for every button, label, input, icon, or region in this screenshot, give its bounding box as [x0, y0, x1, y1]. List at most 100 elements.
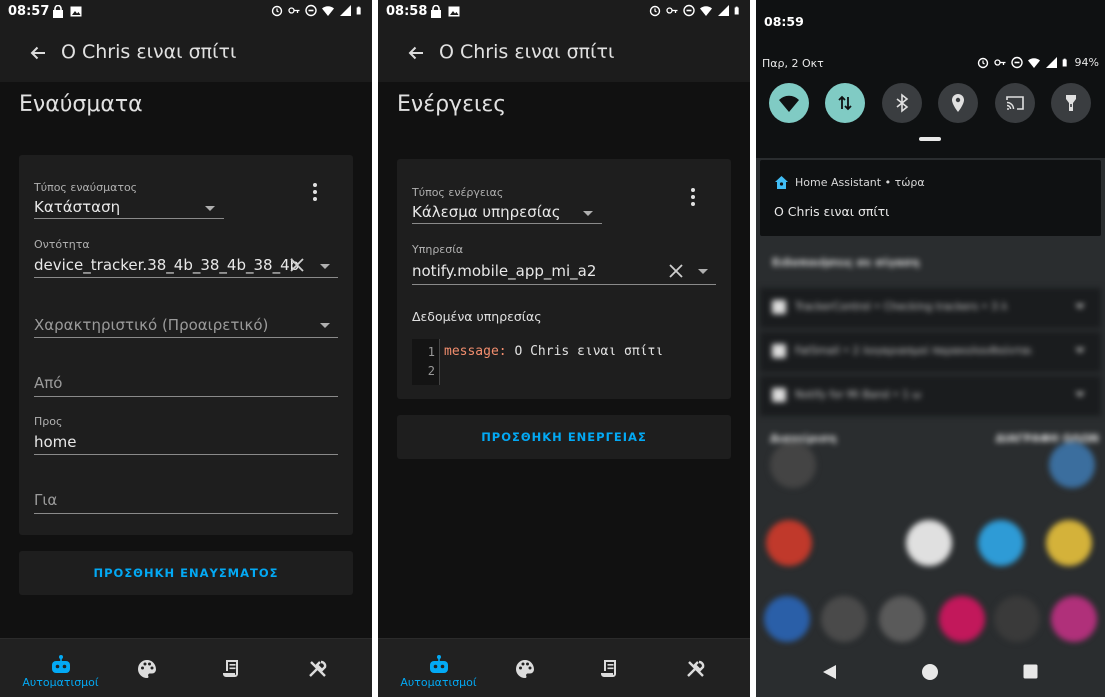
entity-value: device_tracker.38_4b_38_4b_38_4b [34, 256, 300, 274]
back-arrow-icon[interactable] [28, 43, 48, 63]
dnd-icon [1010, 56, 1023, 69]
key-icon [993, 59, 1006, 66]
nav-tools[interactable] [271, 639, 364, 697]
chevron-down-icon[interactable] [698, 269, 708, 274]
from-placeholder: Από [34, 374, 63, 392]
silent-header: Ειδοποιήσεις σε σίγαση [772, 256, 920, 269]
bottom-nav: Αυτοματισμοί [0, 638, 372, 697]
tools-icon [308, 660, 326, 677]
clear-all-link[interactable]: ΔΙΑΓΡΑΦΗ ΟΛΩΝ [995, 432, 1099, 445]
silent-row-text: TrackerControl • Checking trackers • 3 λ [795, 301, 1008, 313]
robot-icon [51, 655, 70, 673]
silent-notification[interactable]: FatSmall • 2 λογαριασμοί παρακολουθούντα… [760, 332, 1101, 372]
entity-field[interactable]: Οντότητα device_tracker.38_4b_38_4b_38_4… [34, 238, 338, 278]
app-toolbar: Ο Chris ειναι σπίτι [378, 24, 750, 82]
for-field[interactable]: Για [34, 490, 338, 515]
notification-app: Home Assistant • τώρα [795, 176, 925, 189]
lock-icon [53, 5, 63, 18]
app-icon [1049, 442, 1095, 488]
chevron-down-icon [205, 206, 215, 211]
nav-theme[interactable] [478, 639, 571, 697]
app-icon [821, 596, 867, 642]
yaml-editor[interactable]: 1 2 message: Ο Chris ειναι σπίτι [412, 339, 712, 385]
status-bar: 08:58 [378, 0, 750, 24]
app-toolbar: Ο Chris ειναι σπίτι [0, 24, 372, 82]
clear-icon[interactable] [668, 263, 684, 279]
action-type-label: Τύπος ενέργειας [412, 186, 504, 199]
add-action-button[interactable]: ΠΡΟΣΘΗΚΗ ΕΝΕΡΓΕΙΑΣ [397, 415, 731, 459]
cast-icon [1006, 96, 1024, 110]
wifi-icon [1027, 58, 1040, 68]
cast-tile[interactable] [995, 83, 1035, 123]
silent-notification[interactable]: TrackerControl • Checking trackers • 3 λ [760, 288, 1101, 328]
phone-action-screen: 08:58 Ο Chris ειναι σπίτι Ενέργειες Τύπο… [378, 0, 750, 697]
status-time: 08:57 [8, 4, 50, 19]
silent-notification[interactable]: Notify for Mi Band • 1 ω [760, 376, 1101, 416]
signal-icon [718, 5, 729, 16]
palette-icon [137, 660, 156, 678]
notification-body: Ο Chris ειναι σπίτι [774, 204, 890, 219]
more-vert-icon[interactable] [690, 188, 696, 208]
recents-icon[interactable] [1023, 664, 1038, 679]
back-icon[interactable] [822, 664, 838, 680]
attribute-placeholder: Χαρακτηριστικό (Προαιρετικό) [34, 316, 269, 334]
service-label: Υπηρεσία [412, 243, 464, 256]
key-icon [288, 7, 300, 14]
bluetooth-tile[interactable] [882, 83, 922, 123]
line-gutter: 1 2 [412, 339, 440, 385]
app-icon [906, 520, 952, 566]
battery-percent: 94% [1074, 56, 1099, 69]
app-icon [764, 596, 810, 642]
attribute-field[interactable]: Χαρακτηριστικό (Προαιρετικό) [34, 313, 338, 339]
nav-automations[interactable]: Αυτοματισμοί [14, 639, 107, 697]
line-number: 1 [427, 345, 435, 359]
status-bar: 08:57 [0, 0, 372, 24]
status-bar: 08:59 [756, 0, 1105, 44]
wifi-tile[interactable] [769, 83, 809, 123]
chevron-down-icon [583, 211, 593, 216]
yaml-key: message: [444, 344, 507, 359]
nav-theme[interactable] [100, 639, 193, 697]
to-field[interactable]: Προς home [34, 415, 338, 455]
location-tile[interactable] [938, 83, 978, 123]
app-icon [770, 442, 816, 488]
for-placeholder: Για [34, 491, 58, 509]
app-icon [994, 596, 1040, 642]
mobile-data-tile[interactable] [825, 83, 865, 123]
home-icon[interactable] [921, 663, 939, 681]
nav-logbook[interactable] [563, 639, 656, 697]
service-field[interactable]: Υπηρεσία notify.mobile_app_mi_a2 [412, 243, 716, 285]
trigger-type-select[interactable]: Τύπος εναύσματος Κατάσταση [34, 181, 224, 219]
action-type-select[interactable]: Τύπος ενέργειας Κάλεσμα υπηρεσίας [412, 186, 602, 224]
nav-logbook[interactable] [185, 639, 278, 697]
nav-automations[interactable]: Αυτοματισμοί [392, 639, 485, 697]
silent-row-text: Notify for Mi Band • 1 ω [795, 389, 922, 401]
blurred-background: Ειδοποιήσεις σε σίγαση TrackerControl • … [756, 236, 1105, 697]
app-icon [1046, 520, 1092, 566]
signal-icon [340, 5, 351, 16]
system-nav-bar [756, 647, 1105, 697]
add-trigger-button[interactable]: ΠΡΟΣΘΗΚΗ ΕΝΑΥΣΜΑΤΟΣ [19, 551, 353, 595]
wifi-icon [779, 95, 799, 112]
nav-tools[interactable] [649, 639, 742, 697]
dnd-icon [305, 4, 317, 17]
flashlight-tile[interactable] [1051, 83, 1091, 123]
manage-link[interactable]: Διαχείριση [770, 432, 836, 445]
back-arrow-icon[interactable] [406, 43, 426, 63]
date-label: Παρ, 2 Οκτ [762, 57, 824, 70]
drag-handle[interactable] [919, 137, 941, 141]
battery-icon [1062, 58, 1067, 67]
yaml-value: Ο Chris ειναι σπίτι [506, 344, 664, 359]
status-time: 08:59 [764, 14, 804, 29]
silent-row-text: FatSmall • 2 λογαριασμοί παρακολουθούντα… [795, 345, 1032, 357]
from-field[interactable]: Από [34, 372, 338, 398]
trigger-type-label: Τύπος εναύσματος [34, 181, 138, 194]
to-label: Προς [34, 415, 63, 428]
clear-icon[interactable] [289, 257, 305, 273]
ha-notification[interactable]: Home Assistant • τώρα Ο Chris ειναι σπίτ… [760, 160, 1101, 236]
battery-icon [734, 6, 739, 15]
chevron-down-icon[interactable] [320, 264, 330, 269]
chevron-down-icon[interactable] [320, 323, 330, 328]
more-vert-icon[interactable] [312, 183, 318, 203]
service-value: notify.mobile_app_mi_a2 [412, 262, 597, 280]
